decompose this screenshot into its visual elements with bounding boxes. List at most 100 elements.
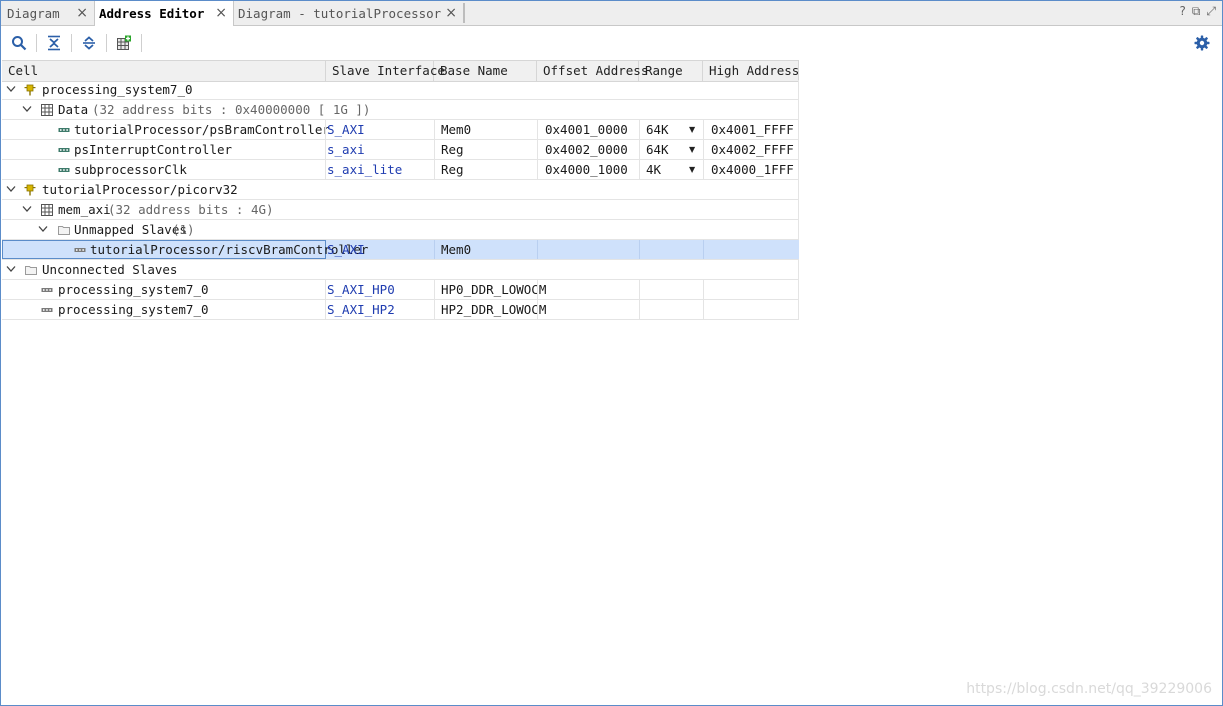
column-divider [639,240,640,259]
dropdown-arrow-icon[interactable]: ▼ [689,120,695,139]
table-row[interactable]: subprocessorClk s_axi_lite Reg 0x4000_10… [2,160,799,180]
slave-interface: S_AXI_HP2 [327,302,395,317]
chevron-down-icon[interactable] [22,105,32,113]
restore-icon[interactable]: ⧉ [1192,4,1201,19]
cell-note: (32 address bits : 4G) [108,202,274,217]
settings-button[interactable] [1193,34,1211,52]
table-row[interactable]: tutorialProcessor/picorv32 [2,180,799,200]
table-row[interactable]: processing_system7_0 S_AXI_HP2 HP2_DDR_L… [2,300,799,320]
tab-address-editor[interactable]: Address Editor × [94,1,234,26]
base-name: Mem0 [441,122,472,137]
chevron-down-icon[interactable] [22,205,32,213]
folder-icon [25,266,37,275]
high-address: 0x4001_FFFF [711,122,794,137]
gear-icon [1194,35,1210,51]
column-divider [703,280,704,299]
column-divider [798,120,799,139]
column-header-offset-address[interactable]: Offset Address [537,61,648,81]
column-divider [434,140,435,159]
folder-icon [58,226,70,235]
search-button[interactable] [10,34,28,52]
base-name: HP0_DDR_LOWOCM [441,282,547,297]
auto-assign-address-button[interactable] [115,34,133,52]
range-select[interactable]: 64K [646,140,669,159]
close-icon[interactable]: × [76,5,88,21]
base-name: Mem0 [441,242,472,257]
maximize-icon[interactable]: ⤢ [1206,4,1216,19]
column-divider [325,140,326,159]
column-header-cell[interactable]: Cell [2,61,326,81]
search-icon [12,36,27,51]
column-divider [434,160,435,179]
base-name: Reg [441,162,464,177]
collapse-all-icon [48,35,60,51]
slave-interface: s_axi_lite [327,162,403,177]
window-controls: ? ⧉ ⤢ [1179,4,1216,19]
table-row[interactable]: processing_system7_0 S_AXI_HP0 HP0_DDR_L… [2,280,799,300]
chevron-down-icon[interactable] [6,265,16,273]
dropdown-arrow-icon[interactable]: ▼ [689,140,695,159]
toolbar-divider [106,34,107,52]
column-header-slave-interface[interactable]: Slave Interface [326,61,445,81]
offset-address-field[interactable]: 0x4000_1000 [545,160,628,179]
chevron-down-icon[interactable] [6,185,16,193]
cell-name: tutorialProcessor/psBramController [74,122,330,137]
help-icon[interactable]: ? [1179,4,1185,19]
column-divider [537,300,538,319]
close-icon[interactable]: × [445,5,457,21]
tab-diagram-label: Diagram [7,5,60,21]
column-divider [798,160,799,179]
column-divider [639,120,640,139]
offset-address-field[interactable]: 0x4001_0000 [545,120,628,139]
table-row[interactable]: processing_system7_0 [2,80,799,100]
table-row[interactable]: Unmapped Slaves (1) [2,220,799,240]
tab-bar: Diagram × Address Editor × Diagram - tut… [1,1,1222,26]
column-divider [325,120,326,139]
offset-address-field[interactable]: 0x4002_0000 [545,140,628,159]
column-header-range[interactable]: Range [639,61,703,81]
table-row[interactable]: Data (32 address bits : 0x40000000 [ 1G … [2,100,799,120]
cell-name: subprocessorClk [74,162,187,177]
table-row[interactable]: psInterruptController s_axi Reg 0x4002_0… [2,140,799,160]
slave-interface: s_axi [327,142,365,157]
range-select[interactable]: 4K [646,160,661,179]
close-icon[interactable]: × [215,5,227,21]
column-divider [325,160,326,179]
cell-name: mem_axi [58,202,111,217]
column-divider [798,140,799,159]
slave-segment-icon [58,128,70,132]
high-address: 0x4002_FFFF [711,142,794,157]
toolbar-divider [71,34,72,52]
column-divider [434,280,435,299]
expand-all-button[interactable] [80,34,98,52]
address-editor-window: Diagram × Address Editor × Diagram - tut… [0,0,1223,706]
column-divider [434,120,435,139]
tab-divider [463,3,465,23]
chevron-down-icon[interactable] [6,85,16,93]
collapse-all-button[interactable] [45,34,63,52]
range-select[interactable]: 64K [646,120,669,139]
column-divider [325,300,326,319]
cell-name: tutorialProcessor/picorv32 [42,182,238,197]
table-row[interactable]: mem_axi (32 address bits : 4G) [2,200,799,220]
column-header-high-address[interactable]: High Address [703,61,799,81]
column-header-base-name[interactable]: Base Name [434,61,537,81]
cell-name: processing_system7_0 [58,282,209,297]
column-divider [798,280,799,299]
auto-assign-address-icon [117,35,131,50]
chevron-down-icon[interactable] [38,225,48,233]
tab-diagram[interactable]: Diagram × [1,1,94,25]
tab-diagram-tutorial-processor[interactable]: Diagram - tutorialProcessor × [234,1,463,25]
dropdown-arrow-icon[interactable]: ▼ [689,160,695,179]
base-name: Reg [441,142,464,157]
column-divider [537,160,538,179]
high-address: 0x4000_1FFF [711,162,794,177]
column-divider [434,300,435,319]
expand-all-icon [83,36,95,50]
table-row-selected[interactable]: tutorialProcessor/riscvBramController S_… [2,240,799,260]
toolbar-divider [141,34,142,52]
table-row[interactable]: tutorialProcessor/psBramController S_AXI… [2,120,799,140]
column-divider [434,240,435,259]
table-row[interactable]: Unconnected Slaves [2,260,799,280]
cell-note: (32 address bits : 0x40000000 [ 1G ]) [92,102,371,117]
